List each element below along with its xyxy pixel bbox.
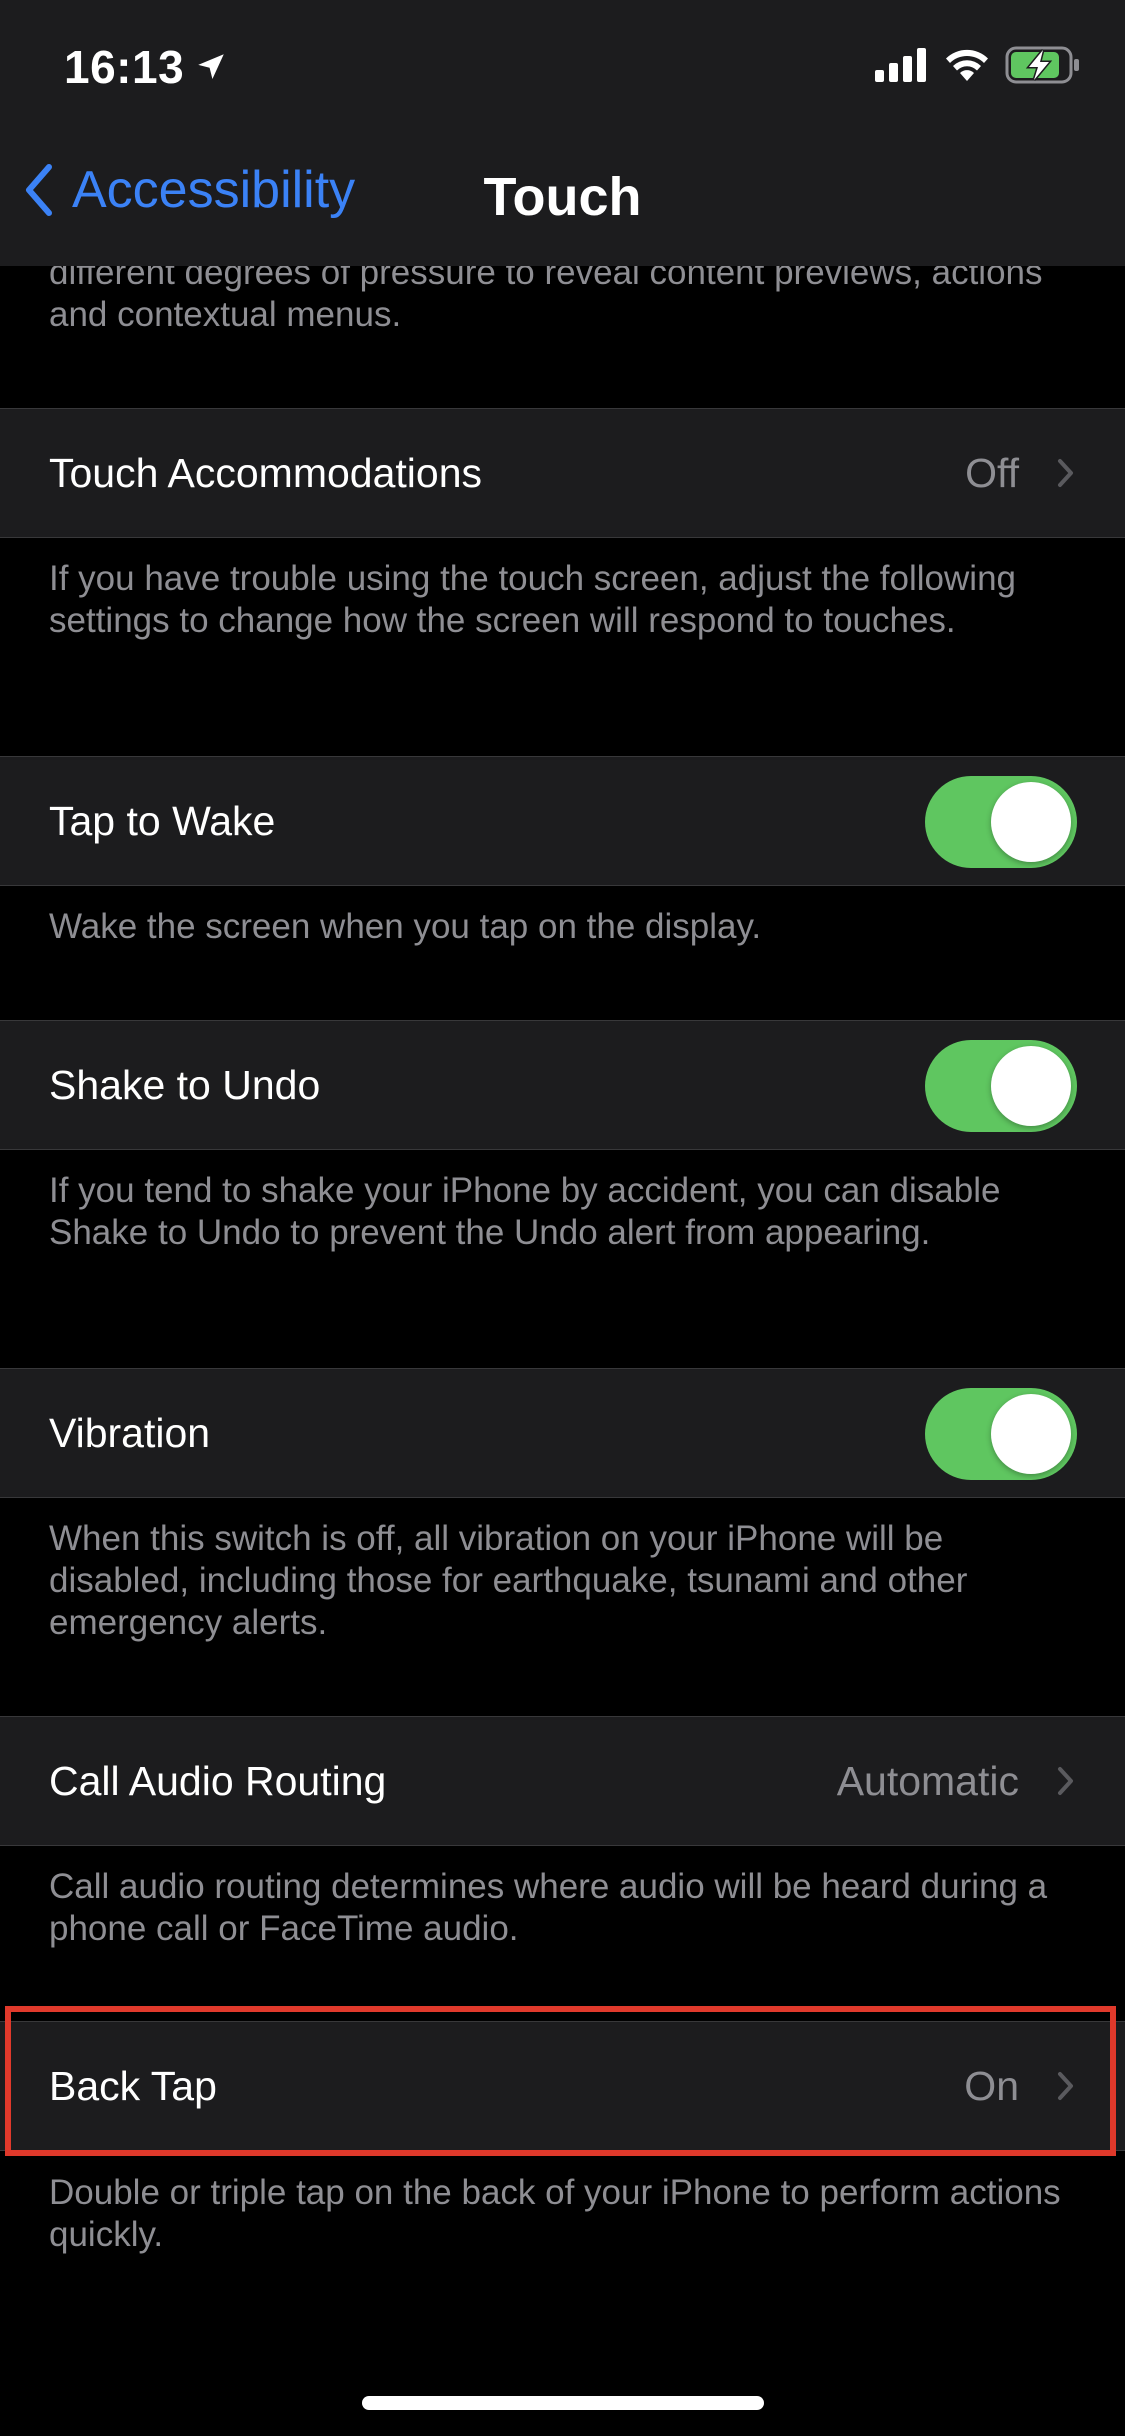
cellular-signal-icon bbox=[875, 48, 926, 82]
page-title: Touch bbox=[483, 167, 642, 227]
call-audio-routing-footer: Call audio routing determines where audi… bbox=[49, 1867, 1048, 1948]
tap-to-wake-toggle[interactable] bbox=[925, 776, 1077, 868]
toggle-knob bbox=[991, 782, 1071, 862]
back-tap-footer: Double or triple tap on the back of your… bbox=[49, 2173, 1061, 2254]
shake-to-undo-row: Shake to Undo bbox=[0, 1020, 1125, 1150]
location-arrow-icon bbox=[198, 54, 224, 80]
tap-to-wake-label: Tap to Wake bbox=[49, 797, 276, 844]
call-audio-routing-value: Automatic bbox=[836, 1757, 1019, 1804]
touch-accommodations-value: Off bbox=[965, 449, 1019, 496]
touch-accommodations-row[interactable]: Touch Accommodations Off bbox=[0, 408, 1125, 538]
back-tap-highlight-box bbox=[5, 2006, 1116, 2156]
vibration-row: Vibration bbox=[0, 1368, 1125, 1498]
shake-to-undo-toggle[interactable] bbox=[925, 1040, 1077, 1132]
toggle-knob bbox=[991, 1046, 1071, 1126]
vibration-footer: When this switch is off, all vibration o… bbox=[49, 1519, 968, 1642]
chevron-right-icon bbox=[1057, 1717, 1075, 1845]
navigation-bar: 16:13 Accessibility Touch bbox=[0, 0, 1125, 266]
wifi-icon bbox=[946, 49, 988, 81]
vibration-toggle[interactable] bbox=[925, 1388, 1077, 1480]
vibration-label: Vibration bbox=[49, 1409, 211, 1456]
tap-to-wake-footer: Wake the screen when you tap on the disp… bbox=[49, 907, 762, 946]
status-time: 16:13 bbox=[64, 40, 228, 94]
tap-to-wake-row: Tap to Wake bbox=[0, 756, 1125, 886]
battery-charging-icon bbox=[1005, 46, 1079, 84]
toggle-knob bbox=[991, 1394, 1071, 1474]
time-text: 16:13 bbox=[64, 41, 185, 93]
shake-to-undo-label: Shake to Undo bbox=[49, 1061, 321, 1108]
shake-to-undo-footer: If you tend to shake your iPhone by acci… bbox=[49, 1171, 1001, 1252]
home-indicator[interactable] bbox=[362, 2396, 764, 2410]
status-icons bbox=[875, 46, 1081, 84]
touch-accommodations-footer: If you have trouble using the touch scre… bbox=[49, 559, 1016, 640]
touch-accommodations-label: Touch Accommodations bbox=[49, 449, 483, 496]
chevron-right-icon bbox=[1057, 409, 1075, 537]
call-audio-routing-label: Call Audio Routing bbox=[49, 1757, 387, 1804]
call-audio-routing-row[interactable]: Call Audio Routing Automatic bbox=[0, 1716, 1125, 1846]
